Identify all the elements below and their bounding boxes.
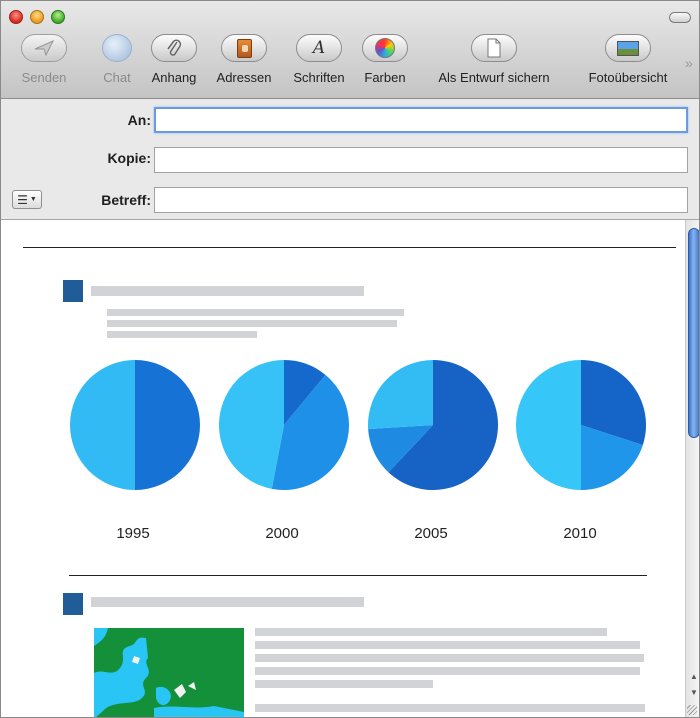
cc-field[interactable]: [154, 147, 688, 173]
message-headers: An: Kopie: ☰ ▼ Betreff:: [1, 99, 699, 220]
chat-button[interactable]: Chat: [97, 34, 137, 94]
address-book-icon: [221, 34, 267, 62]
send-button[interactable]: Senden: [17, 34, 71, 94]
subject-field[interactable]: [154, 187, 688, 213]
toolbar-overflow-icon[interactable]: »: [685, 56, 699, 70]
draft-document-icon: [471, 34, 517, 62]
blurred-text-line: [255, 641, 640, 649]
color-wheel-icon: [362, 34, 408, 62]
resize-grip-icon[interactable]: [687, 705, 697, 715]
pie-label-1995: 1995: [116, 525, 150, 542]
fonts-label: Schriften: [293, 70, 345, 85]
fonts-button[interactable]: A Schriften: [286, 34, 352, 94]
attach-label: Anhang: [151, 70, 197, 85]
photo-browser-icon: [605, 34, 651, 62]
chat-label: Chat: [103, 70, 131, 85]
chat-bubble-icon: [102, 34, 132, 62]
blurred-text-line: [255, 667, 640, 675]
save-draft-label: Als Entwurf sichern: [438, 70, 550, 85]
pie-slice-1995-1: [70, 360, 135, 490]
subject-label: Betreff:: [101, 192, 151, 208]
close-window-button[interactable]: [9, 10, 23, 24]
photo-browser-button[interactable]: Fotoübersicht: [577, 34, 679, 94]
blurred-text-line: [255, 704, 645, 712]
cc-label: Kopie:: [107, 150, 151, 166]
pie-label-2000: 2000: [265, 525, 299, 542]
pie-label-2010: 2010: [563, 525, 597, 542]
toolbar-toggle-button[interactable]: [669, 12, 691, 23]
pie-slice-2010-2: [516, 360, 581, 490]
to-label: An:: [127, 112, 151, 128]
toolbar: Senden Chat Anhang Adressen A Schriften …: [1, 1, 699, 99]
save-draft-button[interactable]: Als Entwurf sichern: [425, 34, 563, 94]
pie-label-2005: 2005: [414, 525, 448, 542]
pie-slice-2000-2: [219, 360, 284, 489]
zoom-window-button[interactable]: [51, 10, 65, 24]
section-marker-icon: [63, 593, 83, 615]
scroll-arrows[interactable]: ▲ ▼: [686, 669, 699, 701]
scroll-down-icon[interactable]: ▼: [686, 685, 699, 701]
attach-button[interactable]: Anhang: [145, 34, 203, 94]
font-icon: A: [296, 34, 342, 62]
send-icon: [21, 34, 67, 62]
pie-slice-2005-2: [367, 360, 433, 430]
europe-map-image: [94, 628, 244, 717]
blurred-text-line: [255, 680, 433, 688]
colors-button[interactable]: Farben: [359, 34, 411, 94]
addresses-label: Adressen: [216, 70, 272, 85]
middle-divider: [69, 575, 647, 576]
pie-charts: [70, 360, 646, 491]
to-field[interactable]: [154, 107, 688, 133]
pie-slice-1995-0: [135, 360, 200, 490]
paperclip-icon: [151, 34, 197, 62]
scroll-thumb[interactable]: [688, 228, 699, 438]
colors-label: Farben: [364, 70, 406, 85]
vertical-scrollbar[interactable]: ▲ ▼: [685, 220, 699, 717]
compose-window: Senden Chat Anhang Adressen A Schriften …: [0, 0, 700, 718]
send-label: Senden: [21, 70, 67, 85]
blurred-text-line: [255, 628, 607, 636]
minimize-window-button[interactable]: [30, 10, 44, 24]
photo-browser-label: Fotoübersicht: [588, 70, 668, 85]
blurred-text-line: [255, 654, 644, 662]
message-body[interactable]: 1995 2000 2005 2010: [1, 220, 685, 717]
blurred-heading: [91, 597, 364, 607]
scroll-up-icon[interactable]: ▲: [686, 669, 699, 685]
addresses-button[interactable]: Adressen: [209, 34, 279, 94]
